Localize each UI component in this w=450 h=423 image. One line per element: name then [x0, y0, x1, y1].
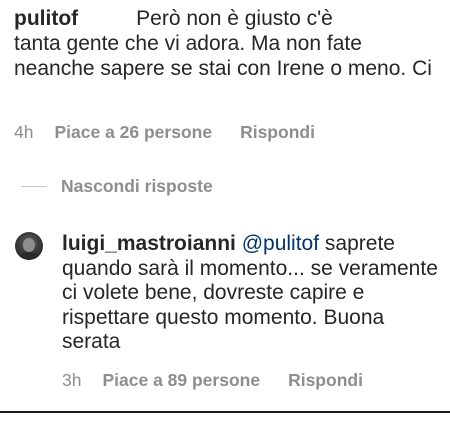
hide-replies-label: Nascondi risposte: [61, 176, 213, 196]
comment-time: 4h: [14, 122, 34, 142]
avatar-shoulders: [18, 252, 40, 260]
comment-meta: 4h Piace a 26 persone Rispondi: [14, 122, 343, 143]
bottom-divider: [0, 411, 450, 413]
reply-reply-button[interactable]: Rispondi: [288, 370, 363, 391]
comment-username[interactable]: pulitof: [14, 7, 78, 30]
hide-replies-toggle[interactable]: Nascondi risposte: [21, 176, 213, 197]
avatar-face: [23, 238, 35, 252]
comment-likes-link[interactable]: Piace a 26 persone: [54, 122, 212, 143]
reply-mention[interactable]: @pulitof: [242, 232, 319, 255]
comment-text-first: Però non è giusto c'è: [136, 7, 333, 30]
comment-reply-button[interactable]: Rispondi: [240, 122, 315, 143]
reply-time: 3h: [62, 370, 82, 390]
comment-pulitof: pulitof Però non è giusto c'è tanta gente…: [14, 6, 434, 81]
comments-view: pulitof Però non è giusto c'è tanta gente…: [0, 0, 450, 423]
reply-likes-link[interactable]: Piace a 89 persone: [102, 370, 260, 391]
reply-luigi: luigi_mastroianni @pulitof saprete quand…: [62, 232, 442, 355]
toggle-line-divider: [21, 186, 47, 187]
comment-text-rest: tanta gente che vi adora. Ma non fate ne…: [14, 32, 432, 80]
avatar[interactable]: [15, 232, 43, 260]
reply-username[interactable]: luigi_mastroianni: [62, 232, 236, 255]
reply-meta: 3h Piace a 89 persone Rispondi: [62, 370, 391, 391]
